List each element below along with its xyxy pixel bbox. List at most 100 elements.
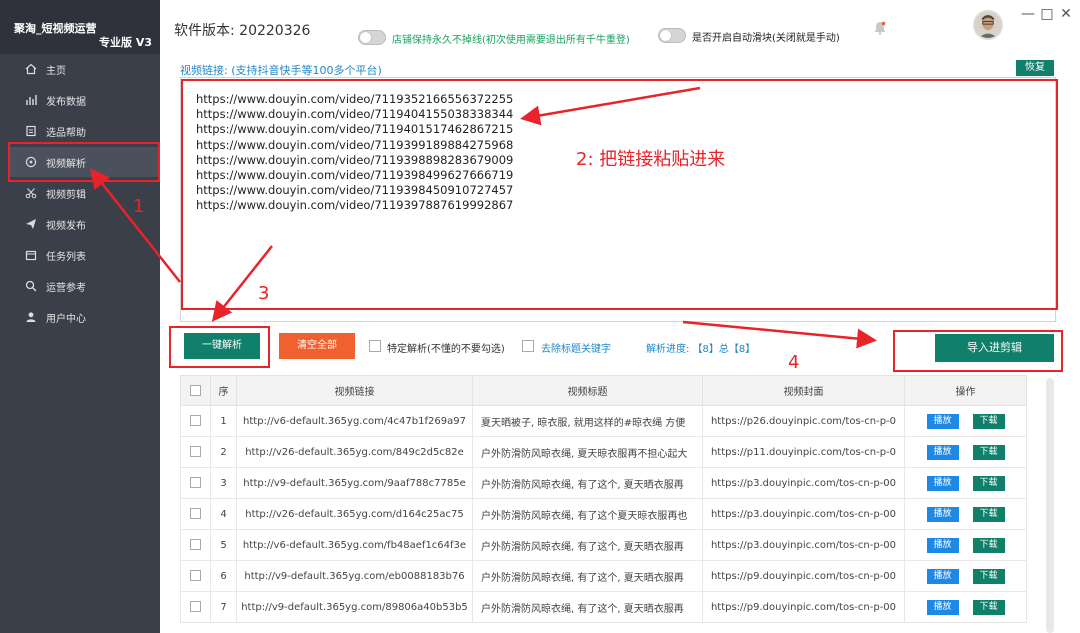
table-row: 2 http://v26-default.365yg.com/849c2d5c8… <box>180 436 1027 468</box>
row-video-title: 户外防滑防风晾衣绳, 有了这个, 夏天晒衣服再 <box>472 529 703 561</box>
row-video-link: http://v9-default.365yg.com/eb0088183b76 <box>236 560 473 592</box>
bell-icon[interactable] <box>872 20 888 36</box>
row-index: 1 <box>210 405 237 437</box>
row-video-title: 户外防滑防风晾衣绳, 夏天晾衣服再不担心起大 <box>472 436 703 468</box>
column-header: 视频封面 <box>702 375 905 406</box>
document-icon <box>24 124 38 138</box>
software-version: 软件版本: 20220326 <box>174 23 311 39</box>
play-button[interactable]: 播放 <box>926 444 959 460</box>
row-video-title: 户外防滑防风晾衣绳, 有了这个, 夏天晒衣服再 <box>472 591 703 623</box>
sidebar-item-task-list[interactable]: 任务列表 <box>10 240 158 270</box>
row-checkbox[interactable] <box>190 508 201 520</box>
select-all-header[interactable] <box>180 375 211 406</box>
play-button[interactable]: 播放 <box>926 599 959 615</box>
keep-online-toggle[interactable] <box>358 30 386 45</box>
download-button[interactable]: 下载 <box>972 506 1005 522</box>
video-link-label: 视频链接: (支持抖音快手等100多个平台) <box>180 64 382 77</box>
row-checkbox[interactable] <box>190 446 201 458</box>
column-header: 序 <box>210 375 237 406</box>
specific-parse-label: 特定解析(不懂的不要勾选) <box>387 344 505 355</box>
row-video-link: http://v6-default.365yg.com/4c47b1f269a9… <box>236 405 473 437</box>
sidebar-item-publish-data[interactable]: 发布数据 <box>10 85 158 115</box>
sidebar-item-video-publish[interactable]: 视频发布 <box>10 209 158 239</box>
sidebar-item-home[interactable]: 主页 <box>10 54 158 84</box>
download-button[interactable]: 下载 <box>972 568 1005 584</box>
table-row: 3 http://v9-default.365yg.com/9aaf788c77… <box>180 467 1027 499</box>
play-button[interactable]: 播放 <box>926 475 959 491</box>
row-checkbox[interactable] <box>190 539 201 551</box>
row-index: 6 <box>210 560 237 592</box>
play-button[interactable]: 播放 <box>926 506 959 522</box>
row-video-link: http://v9-default.365yg.com/89806a40b53b… <box>236 591 473 623</box>
sidebar-item-product-help[interactable]: 选品帮助 <box>10 116 158 146</box>
url-line: https://www.douyin.com/video/71193991898… <box>196 137 514 152</box>
url-line: https://www.douyin.com/video/71193984509… <box>196 183 514 198</box>
auto-slider-toggle[interactable] <box>658 28 686 43</box>
video-link-textarea[interactable]: https://www.douyin.com/video/71193521665… <box>180 77 1056 322</box>
row-video-cover: https://p3.douyinpic.com/tos-cn-p-00 <box>702 529 905 561</box>
sidebar-item-label: 任务列表 <box>46 251 86 263</box>
calendar-icon <box>24 248 38 262</box>
row-video-title: 户外防滑防风晾衣绳, 有了这个夏天晾衣服再也 <box>472 498 703 530</box>
specific-parse-checkbox[interactable] <box>369 340 381 352</box>
sidebar-item-label: 选品帮助 <box>46 127 86 139</box>
download-button[interactable]: 下载 <box>972 537 1005 553</box>
restore-button[interactable]: 恢复 <box>1016 60 1054 76</box>
url-line: https://www.douyin.com/video/71193521665… <box>196 92 514 106</box>
row-video-cover: https://p3.douyinpic.com/tos-cn-p-00 <box>702 498 905 530</box>
sidebar-item-label: 主页 <box>46 65 66 77</box>
app-edition: 专业版 V3 <box>99 36 152 49</box>
row-video-link: http://v26-default.365yg.com/849c2d5c82e <box>236 436 473 468</box>
send-icon <box>24 217 38 231</box>
sidebar-item-label: 运营参考 <box>46 282 86 294</box>
scissors-icon <box>24 186 38 200</box>
sidebar-item-user-center[interactable]: 用户中心 <box>10 302 158 332</box>
sidebar-item-operation-ref[interactable]: 运营参考 <box>10 271 158 301</box>
compass-icon <box>24 155 38 169</box>
avatar[interactable] <box>973 10 1003 40</box>
auto-slider-label: 是否开启自动滑块(关闭就是手动) <box>692 33 840 44</box>
download-button[interactable]: 下载 <box>972 413 1005 429</box>
row-video-cover: https://p11.douyinpic.com/tos-cn-p-0 <box>702 436 905 468</box>
bar-chart-icon <box>24 93 38 107</box>
url-line: https://www.douyin.com/video/71193978876… <box>196 198 514 213</box>
table-scrollbar[interactable] <box>1046 378 1054 633</box>
import-to-edit-button[interactable]: 导入进剪辑 <box>935 334 1054 362</box>
download-button[interactable]: 下载 <box>972 475 1005 491</box>
remove-keywords-checkbox[interactable] <box>522 340 534 352</box>
play-button[interactable]: 播放 <box>926 413 959 429</box>
sidebar-item-label: 发布数据 <box>46 96 86 108</box>
row-video-link: http://v6-default.365yg.com/fb48aef1c64f… <box>236 529 473 561</box>
download-button[interactable]: 下载 <box>972 599 1005 615</box>
select-all-checkbox[interactable] <box>190 384 201 396</box>
download-button[interactable]: 下载 <box>972 444 1005 460</box>
clear-all-button[interactable]: 清空全部 <box>279 333 355 359</box>
row-index: 3 <box>210 467 237 499</box>
search-icon <box>24 279 38 293</box>
row-checkbox[interactable] <box>190 477 201 489</box>
row-video-link: http://v9-default.365yg.com/9aaf788c7785… <box>236 467 473 499</box>
sidebar-item-video-parse[interactable]: 视频解析 <box>10 147 158 177</box>
sidebar-item-video-edit[interactable]: 视频剪辑 <box>10 178 158 208</box>
results-table: 序 视频链接 视频标题 视频封面 操作 1 http://v6-default.… <box>180 375 1048 633</box>
remove-keywords-label: 去除标题关键字 <box>541 344 611 355</box>
column-header: 操作 <box>904 375 1027 406</box>
home-icon <box>24 62 38 76</box>
column-header: 视频链接 <box>236 375 473 406</box>
url-line: https://www.douyin.com/video/71193988982… <box>196 152 514 167</box>
close-icon[interactable]: ✕ <box>1059 6 1073 22</box>
main-panel: 软件版本: 20220326 店铺保持永久不掉线(初次使用需要退出所有千牛重登)… <box>160 0 1080 633</box>
row-checkbox[interactable] <box>190 601 201 613</box>
maximize-icon[interactable]: □ <box>1040 6 1054 22</box>
minimize-icon[interactable]: — <box>1021 6 1035 22</box>
row-checkbox[interactable] <box>190 415 201 427</box>
row-video-title: 户外防滑防风晾衣绳, 有了这个, 夏天晒衣服再 <box>472 467 703 499</box>
play-button[interactable]: 播放 <box>926 537 959 553</box>
row-index: 7 <box>210 591 237 623</box>
url-line: https://www.douyin.com/video/71194041550… <box>196 107 514 122</box>
play-button[interactable]: 播放 <box>926 568 959 584</box>
one-click-parse-button[interactable]: 一键解析 <box>184 333 260 359</box>
row-checkbox[interactable] <box>190 570 201 582</box>
url-line: https://www.douyin.com/video/71194015174… <box>196 122 514 137</box>
table-row: 7 http://v9-default.365yg.com/89806a40b5… <box>180 591 1027 623</box>
